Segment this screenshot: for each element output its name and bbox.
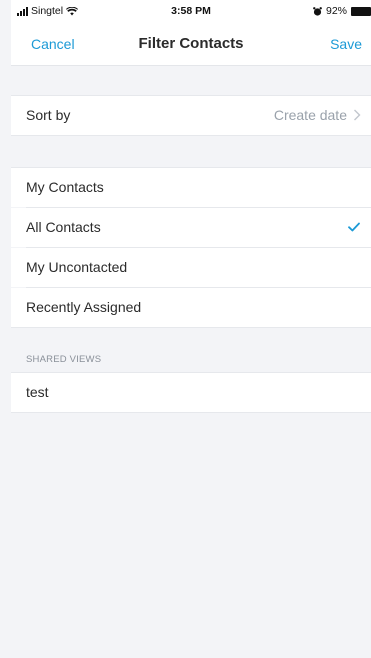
sort-by-label: Sort by bbox=[26, 107, 71, 123]
spacer bbox=[11, 66, 371, 95]
sort-by-value: Create date bbox=[273, 107, 347, 123]
view-item-label: My Contacts bbox=[26, 179, 104, 195]
view-item-recently-assigned[interactable]: Recently Assigned bbox=[11, 288, 371, 327]
view-item-label: All Contacts bbox=[26, 219, 101, 235]
alarm-icon bbox=[313, 6, 322, 16]
shared-view-label: test bbox=[26, 384, 49, 400]
phone-screen: Singtel 3:58 PM 92% Cancel Filter Contac… bbox=[11, 0, 371, 658]
chevron-right-icon bbox=[354, 109, 361, 121]
view-item-my-contacts[interactable]: My Contacts bbox=[11, 168, 371, 207]
view-item-label: My Uncontacted bbox=[26, 259, 128, 275]
shared-views-header: SHARED VIEWS bbox=[11, 328, 371, 372]
status-right: 92% bbox=[313, 5, 371, 17]
divider bbox=[11, 412, 371, 413]
status-bar: Singtel 3:58 PM 92% bbox=[11, 0, 371, 22]
view-item-all-contacts[interactable]: All Contacts bbox=[11, 208, 371, 247]
shared-view-item-test[interactable]: test bbox=[11, 373, 371, 412]
view-item-my-uncontacted[interactable]: My Uncontacted bbox=[11, 248, 371, 287]
page-title: Filter Contacts bbox=[138, 35, 244, 52]
sort-by-row[interactable]: Sort by Create date bbox=[11, 96, 371, 135]
navigation-bar: Cancel Filter Contacts Save bbox=[11, 22, 371, 66]
view-item-label: Recently Assigned bbox=[26, 299, 142, 315]
section-header-label: SHARED VIEWS bbox=[26, 354, 102, 365]
save-button[interactable]: Save bbox=[330, 36, 362, 52]
checkmark-icon bbox=[348, 222, 360, 232]
spacer bbox=[11, 136, 371, 167]
battery-icon bbox=[351, 6, 371, 16]
battery-percent: 92% bbox=[325, 5, 347, 17]
